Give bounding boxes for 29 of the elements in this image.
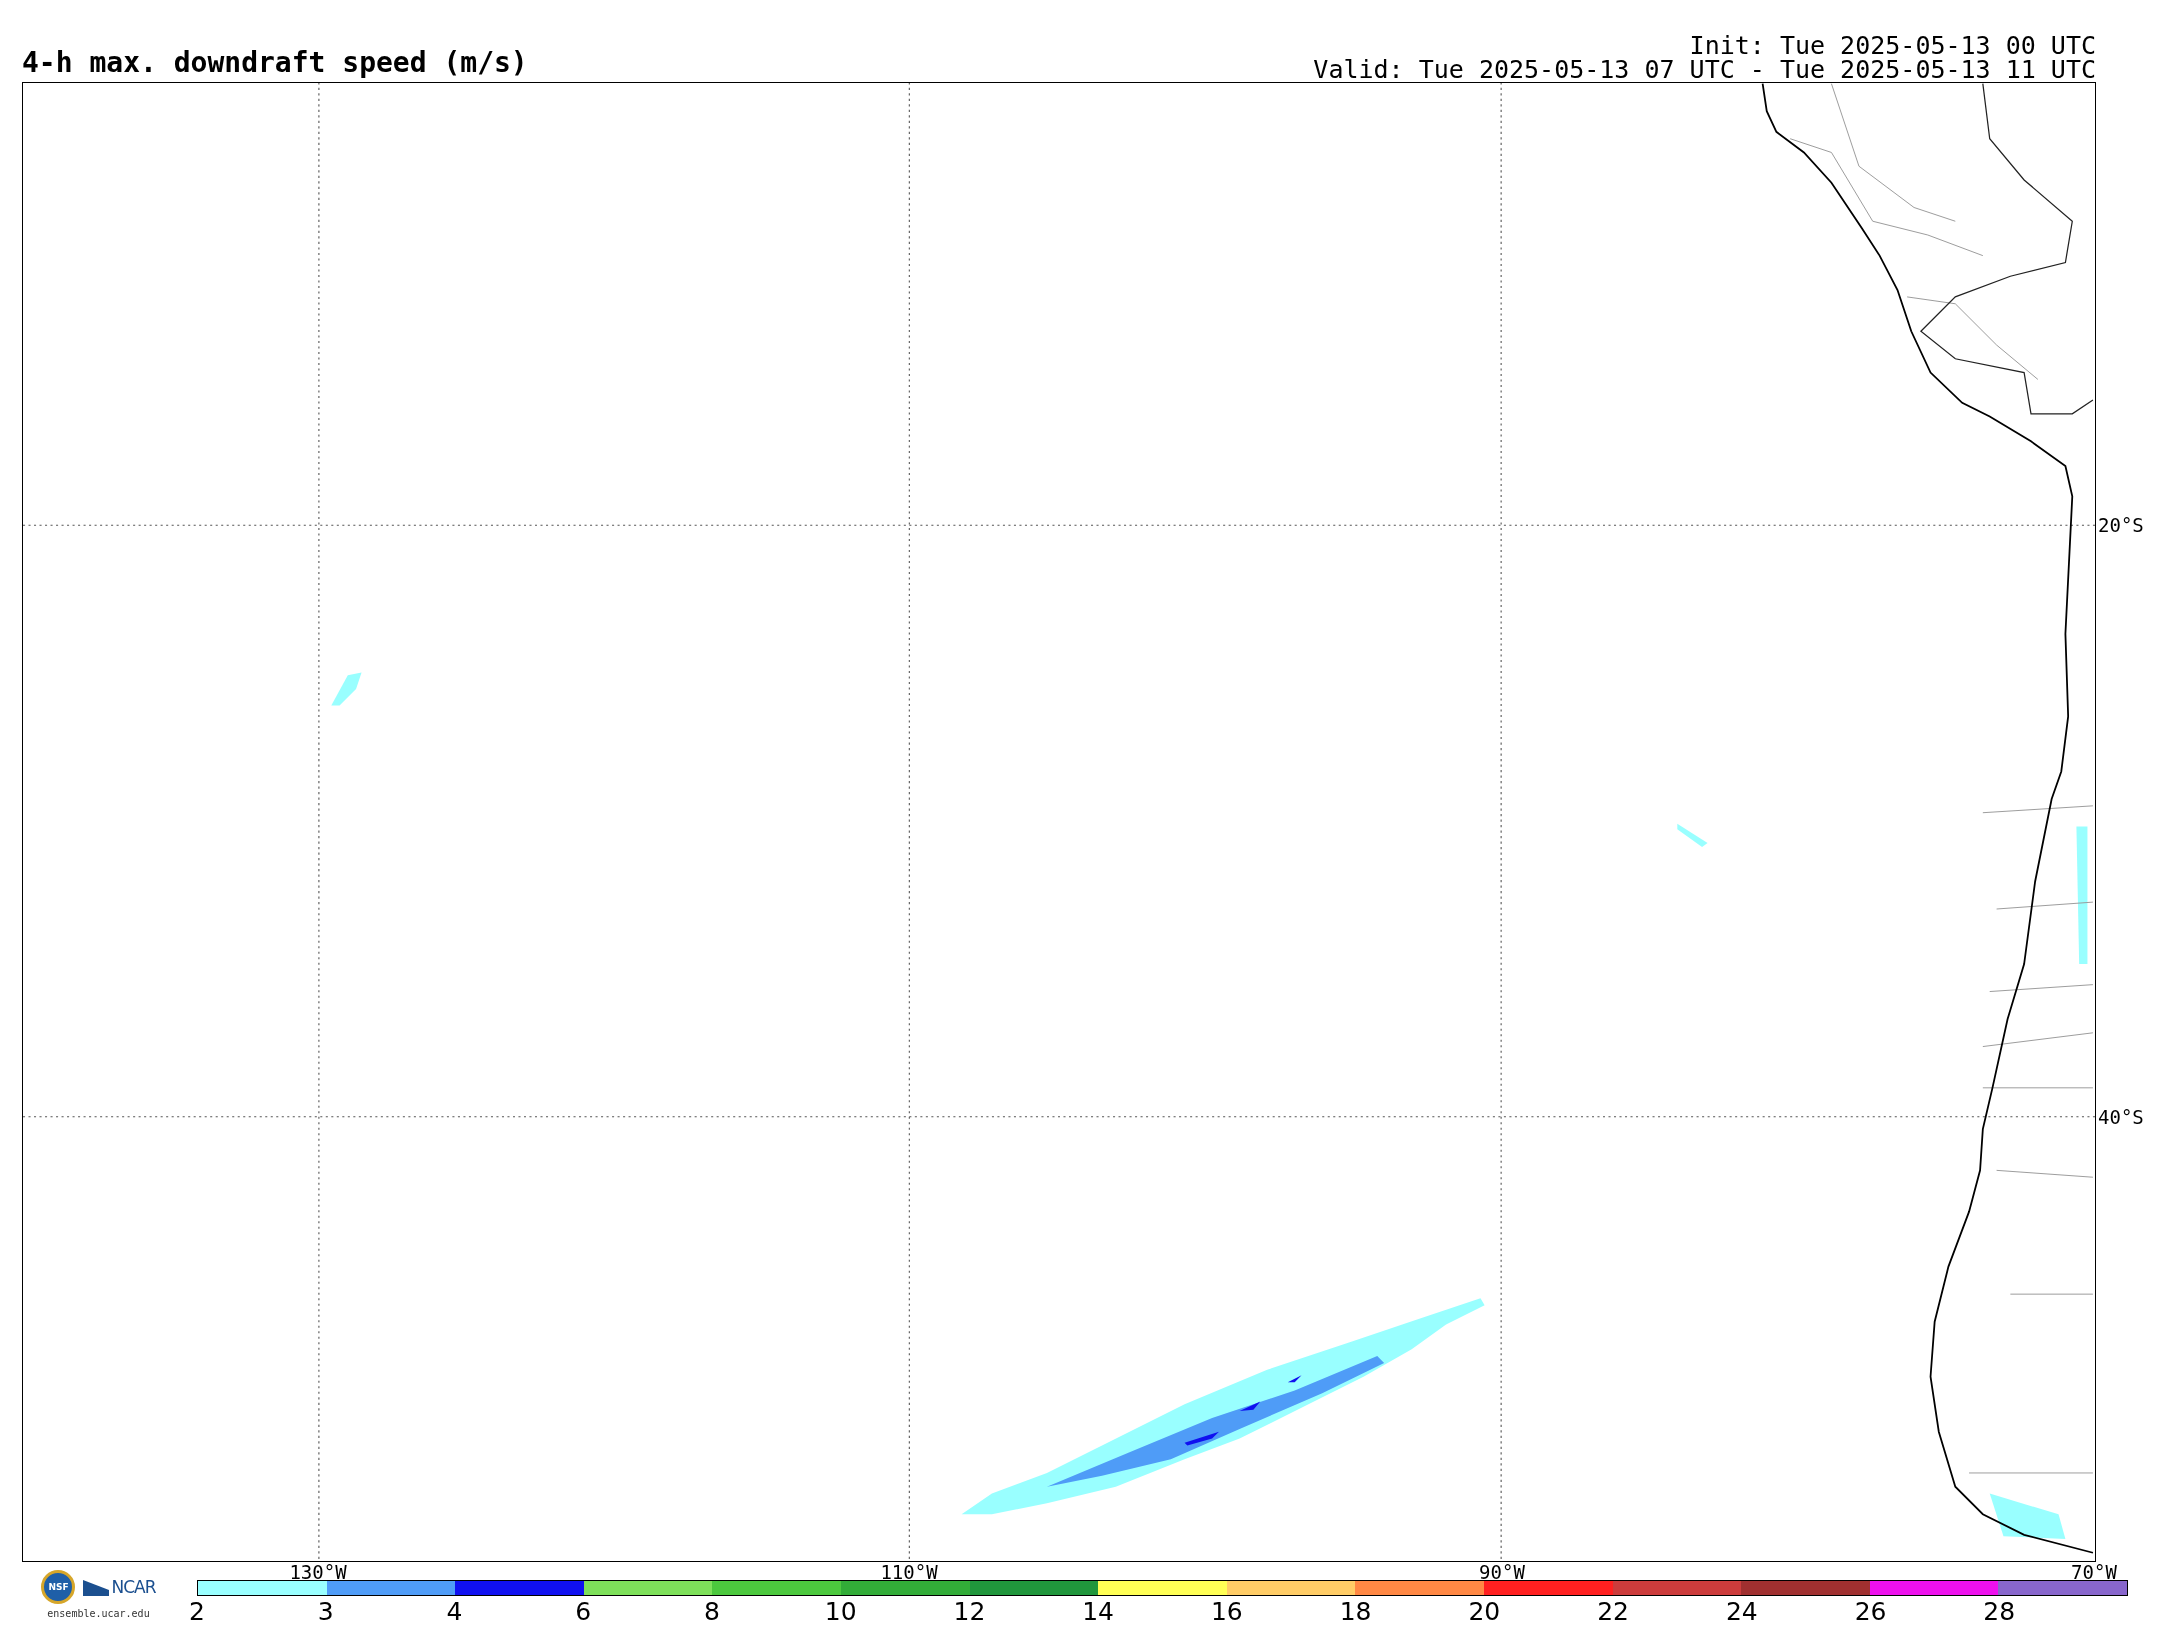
colorbar-tick-label: 3 [317,1598,334,1626]
colorbar-tick-label: 26 [1854,1598,1887,1626]
ncar-logo: NCAR [83,1577,156,1597]
colorbar-tick-label: 14 [1082,1598,1115,1626]
latitude-label: 20°S [2098,515,2144,535]
colorbar-tick-label: 16 [1210,1598,1243,1626]
website-url: ensemble.ucar.edu [47,1608,150,1619]
longitude-label: 110°W [880,1562,938,1582]
longitude-label: 90°W [1479,1562,1525,1582]
colorbar-tick-label: 20 [1468,1598,1501,1626]
downdraft-patch [331,672,362,706]
colorbar-tick-label: 12 [953,1598,986,1626]
colorbar-tick-label: 22 [1597,1598,1629,1626]
downdraft-patch [1677,823,1708,848]
colorbar-tick-label: 10 [824,1598,857,1626]
latitude-label: 40°S [2098,1107,2144,1127]
colorbar-tick-label: 18 [1339,1598,1372,1626]
init-time: Init: Tue 2025-05-13 00 UTC [1689,34,2096,58]
longitude-label: 130°W [289,1562,347,1582]
chart-title: 4-h max. downdraft speed (m/s) [22,48,528,81]
colorbar-tick-label: 4 [446,1598,463,1626]
colorbar-tick-label: 28 [1983,1598,2016,1626]
colorbar-tick-label: 8 [703,1598,720,1626]
colorbar-tick-label: 6 [575,1598,592,1626]
longitude-label: 70°W [2071,1562,2117,1582]
valid-time: Valid: Tue 2025-05-13 07 UTC - Tue 2025-05-13 11 UTC [1313,58,2096,82]
colorbar-tick-label: 2 [189,1598,205,1626]
nsf-logo: NSF [41,1570,76,1604]
colorbar-tick-label: 24 [1725,1598,1758,1626]
